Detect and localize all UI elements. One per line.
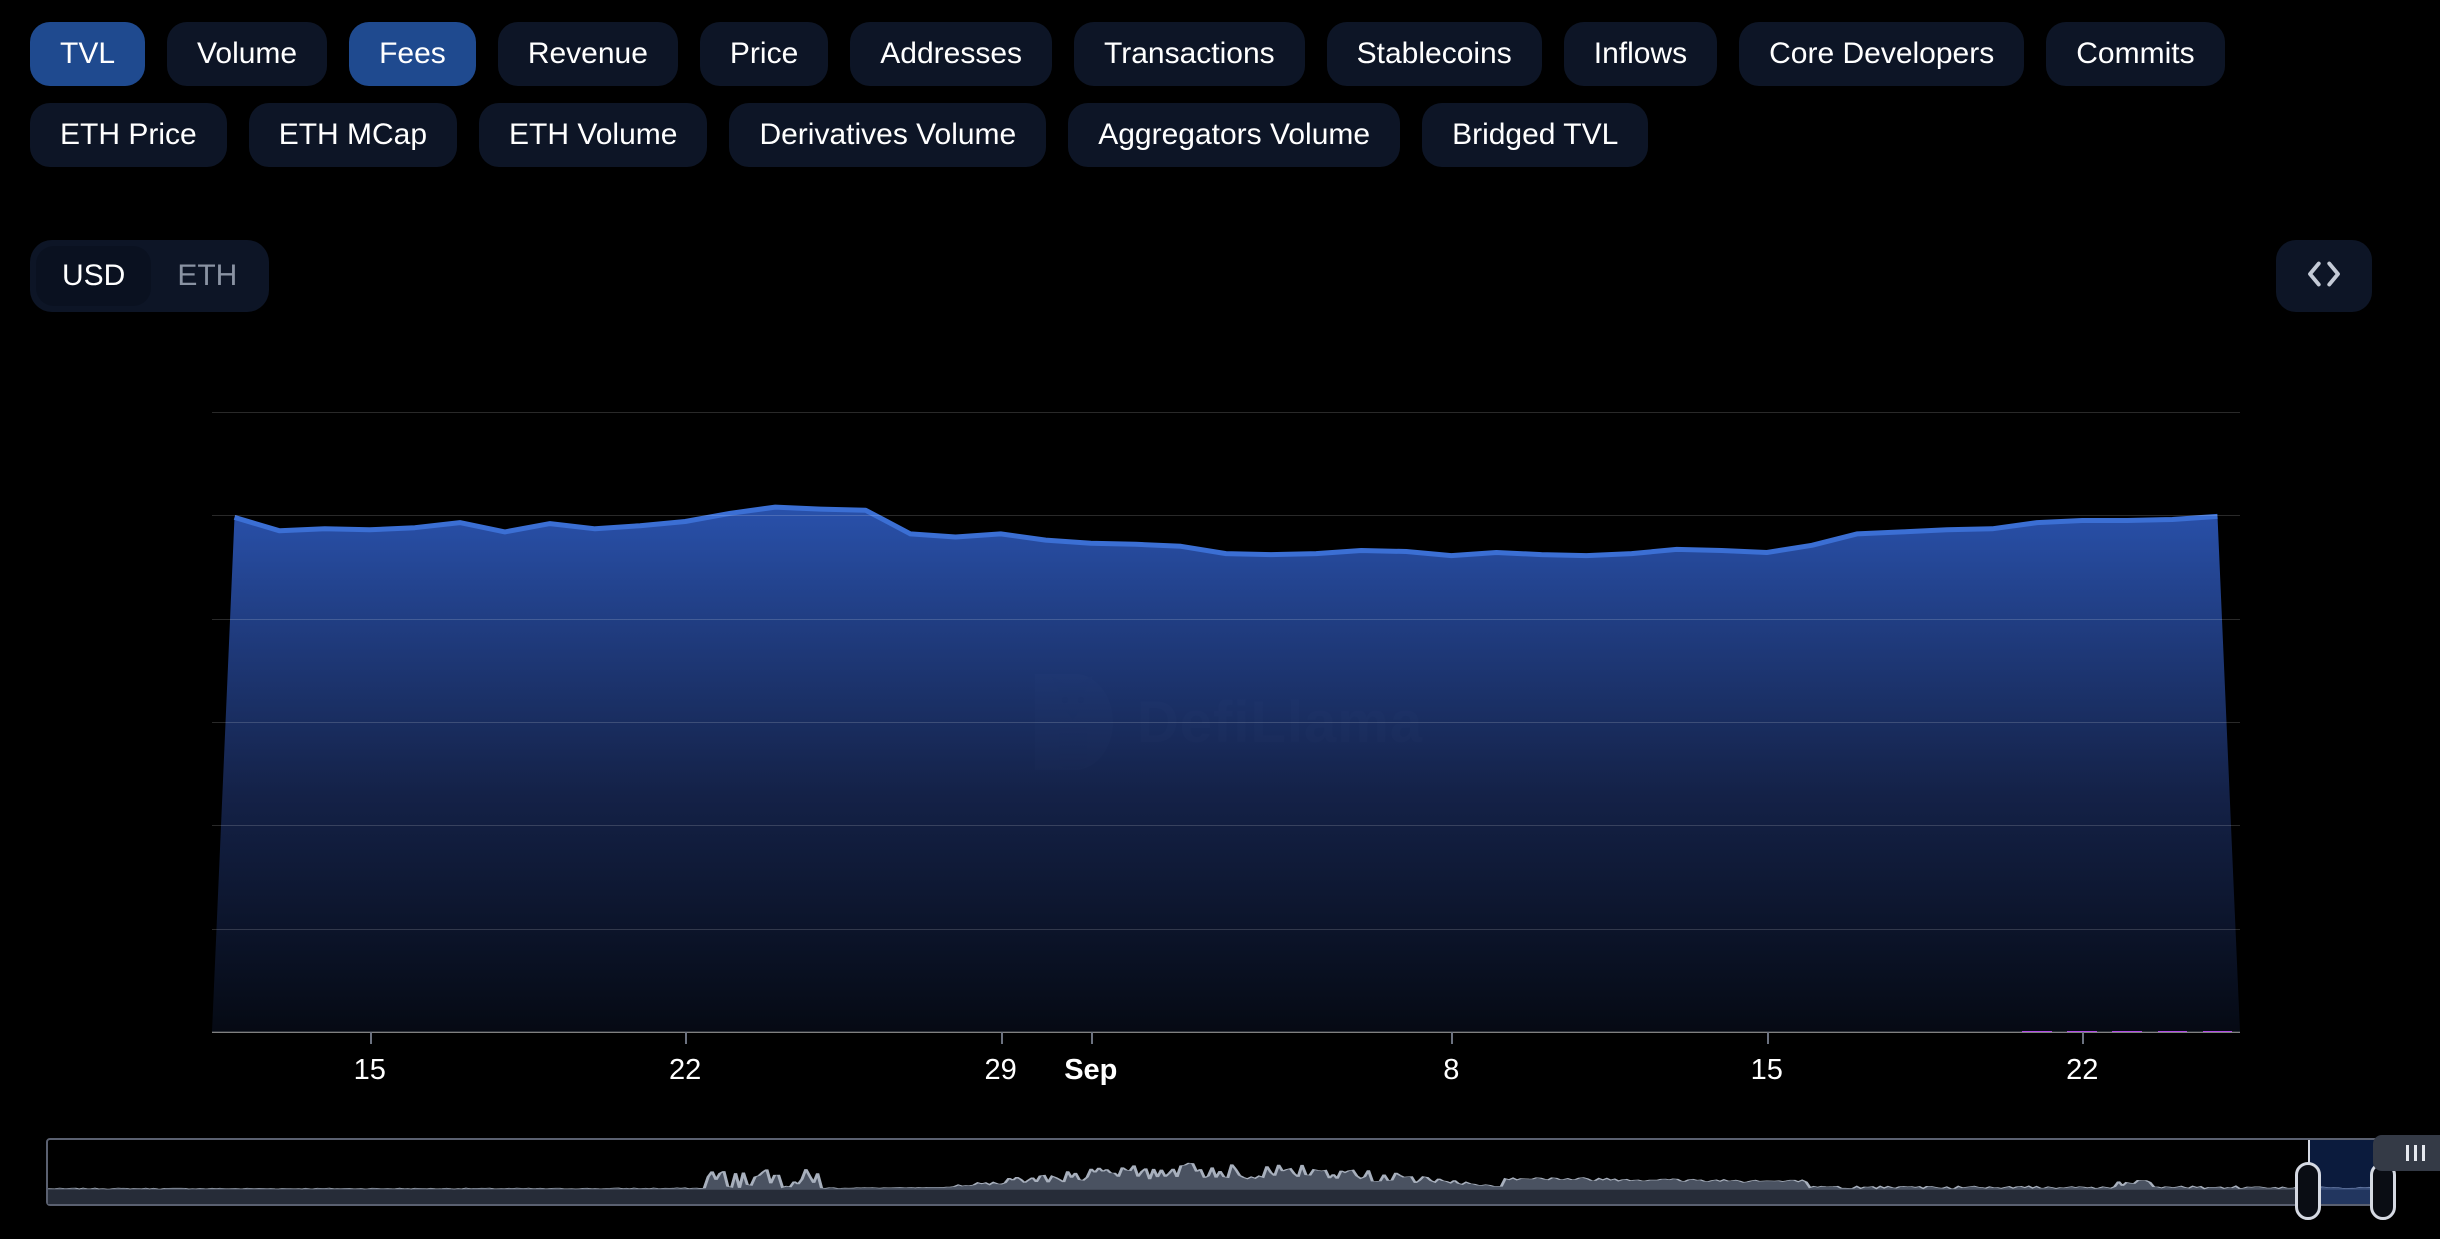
code-embed-button[interactable] [2276,240,2372,312]
x-axis-tick-label: 15 [1750,1054,1783,1086]
tab-derivatives-volume[interactable]: Derivatives Volume [729,103,1047,167]
chart-page: TVL Volume Fees Revenue Price Addresses Transa… [0,0,2440,1239]
tab-revenue[interactable]: Revenue [497,22,678,86]
range-slider-handle-right[interactable] [2369,1135,2440,1220]
x-axis-tick [1451,1032,1454,1044]
tab-price[interactable]: Price [699,22,829,86]
gridline [212,618,2240,620]
tab-tvl[interactable]: TVL [30,22,146,86]
tvl-fees-chart: DefiLlama 0 USD10b USD20b USD30b USD40b … [0,350,2440,1090]
bar[interactable] [2157,1031,2188,1032]
tab-eth-price[interactable]: ETH Price [30,103,227,167]
tab-eth-mcap[interactable]: ETH MCap [248,103,458,167]
bar[interactable] [2202,1031,2233,1032]
tab-fees[interactable]: Fees [349,22,476,86]
tab-commits[interactable]: Commits [2046,22,2225,86]
x-axis-tick [2082,1032,2085,1044]
plot-area: DefiLlama 0 USD10b USD20b USD30b USD40b … [212,412,2240,1033]
currency-option-eth[interactable]: ETH [151,246,263,306]
x-axis-tick-label: 8 [1443,1054,1460,1086]
tab-core-developers[interactable]: Core Developers [1739,22,2025,86]
gridline [212,515,2240,517]
x-axis-tick [369,1032,372,1044]
tab-volume[interactable]: Volume [167,22,328,86]
x-axis-tick-label: Sep [1064,1054,1118,1086]
currency-toggle[interactable]: USD ETH [30,240,270,312]
tab-inflows[interactable]: Inflows [1563,22,1718,86]
x-axis-tick [1090,1032,1093,1044]
x-axis-tick [1000,1032,1003,1044]
bar[interactable] [2112,1031,2143,1032]
range-slider-sparkline [48,1162,2392,1204]
gridline [212,825,2240,827]
gridline [212,928,2240,930]
tab-eth-volume[interactable]: ETH Volume [479,103,708,167]
x-axis-tick-label: 29 [984,1054,1017,1086]
gridline [212,722,2240,723]
tab-addresses[interactable]: Addresses [850,22,1053,86]
x-axis-tick [1766,1032,1769,1044]
x-axis-tick-label: 22 [669,1054,702,1086]
gridline [212,412,2240,413]
x-axis-tick-label: 15 [353,1054,386,1086]
currency-option-usd[interactable]: USD [36,246,152,306]
x-axis-tick [685,1032,688,1044]
tab-aggregators-volume[interactable]: Aggregators Volume [1068,103,1401,167]
tab-stablecoins[interactable]: Stablecoins [1326,22,1542,86]
tab-transactions[interactable]: Transactions [1074,22,1305,86]
range-slider-grip[interactable] [2372,1135,2440,1171]
metric-tab-bar: TVL Volume Fees Revenue Price Addresses Transa… [30,22,2360,167]
x-axis-tick-label: 22 [2066,1054,2099,1086]
code-icon [2303,253,2345,300]
chart-range-slider[interactable] [46,1135,2440,1220]
bar[interactable] [2022,1031,2053,1032]
tab-bridged-tvl[interactable]: Bridged TVL [1422,103,1649,167]
range-slider-handle-left[interactable] [2294,1162,2321,1220]
